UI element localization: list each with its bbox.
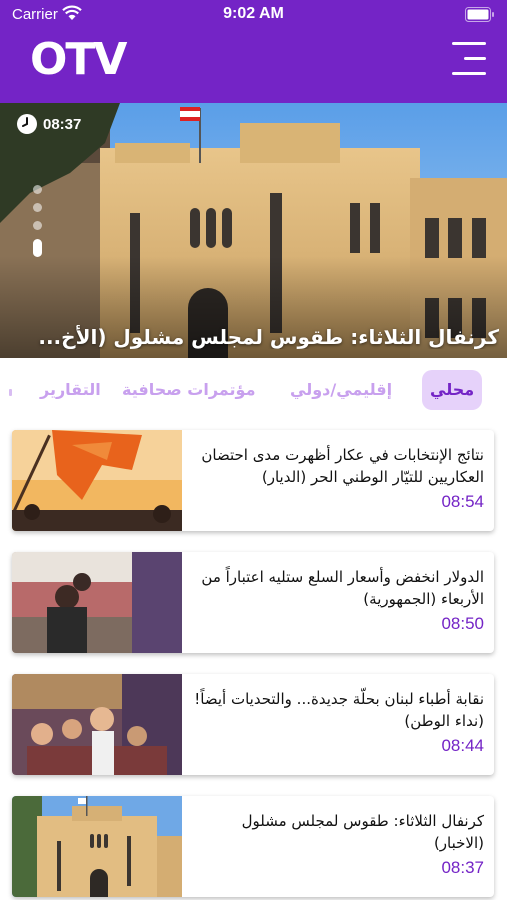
news-headline: نقابة أطباء لبنان بحلّة جديدة... والتحدي… xyxy=(194,690,484,730)
app-header: Carrier 9:02 AM OTV xyxy=(0,0,507,103)
menu-button[interactable] xyxy=(446,40,486,78)
hero-title[interactable]: كرنفال الثلاثاء: طقوس لمجلس مشلول (الأخ.… xyxy=(29,325,499,349)
hero-dot-4[interactable] xyxy=(33,239,42,257)
news-card[interactable]: كرنفال الثلاثاء: طقوس لمجلس مشلول (الاخب… xyxy=(12,796,494,897)
tab-press-conferences[interactable]: مؤتمرات صحافية xyxy=(122,370,255,410)
news-time: 08:50 xyxy=(441,614,484,633)
news-thumbnail xyxy=(12,674,182,775)
news-thumbnail xyxy=(12,430,182,531)
tabs-overflow-indicator xyxy=(9,389,12,396)
category-tabs: محلي إقليمي/دولي مؤتمرات صحافية التقارير xyxy=(0,358,507,418)
status-bar: Carrier 9:02 AM xyxy=(0,0,507,28)
hero-dot-1[interactable] xyxy=(33,185,42,194)
tab-local[interactable]: محلي xyxy=(422,370,483,410)
news-headline: كرنفال الثلاثاء: طقوس لمجلس مشلول (الاخب… xyxy=(241,812,484,852)
hero-pagination xyxy=(33,185,43,266)
news-thumbnail xyxy=(12,552,182,653)
news-headline: الدولار انخفض وأسعار السلع ستليه اعتبارا… xyxy=(201,568,484,608)
news-time: 08:37 xyxy=(441,858,484,877)
tab-reports[interactable]: التقارير xyxy=(40,370,101,410)
news-thumbnail xyxy=(12,796,182,897)
news-card[interactable]: نتائج الإنتخابات في عكار أظهرت مدى احتضا… xyxy=(12,430,494,531)
hero-dot-3[interactable] xyxy=(33,221,42,230)
news-card[interactable]: الدولار انخفض وأسعار السلع ستليه اعتبارا… xyxy=(12,552,494,653)
hamburger-icon xyxy=(452,42,486,45)
news-time: 08:44 xyxy=(441,736,484,755)
hero-image xyxy=(0,103,507,358)
hero-time: 08:37 xyxy=(43,115,82,133)
hero-dot-2[interactable] xyxy=(33,203,42,212)
otv-logo[interactable]: OTV xyxy=(30,36,134,80)
news-card[interactable]: نقابة أطباء لبنان بحلّة جديدة... والتحدي… xyxy=(12,674,494,775)
clock-icon xyxy=(17,114,37,134)
svg-text:OTV: OTV xyxy=(30,36,127,80)
status-time: 9:02 AM xyxy=(223,5,284,22)
hero-time-badge: 08:37 xyxy=(16,113,81,135)
tab-regional-international[interactable]: إقليمي/دولي xyxy=(290,370,392,410)
battery-icon xyxy=(465,7,494,22)
news-headline: نتائج الإنتخابات في عكار أظهرت مدى احتضا… xyxy=(201,446,484,486)
news-time: 08:54 xyxy=(441,492,484,511)
hero-slider[interactable]: 08:37 كرنفال الثلاثاء: طقوس لمجلس مشلول … xyxy=(0,103,507,358)
